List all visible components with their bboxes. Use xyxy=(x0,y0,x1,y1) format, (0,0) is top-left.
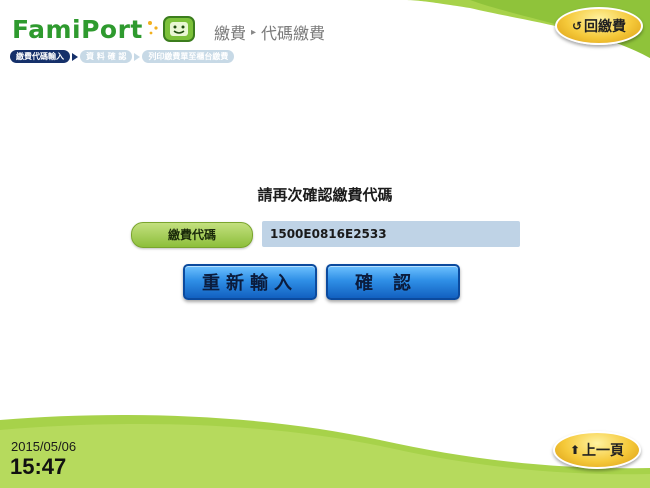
logo-text: FamiPort xyxy=(12,14,143,44)
confirm-label: 確認 xyxy=(355,273,431,294)
step-print-slip: 列印繳費單至櫃台繳費 xyxy=(142,50,235,63)
step-code-input: 繳費代碼輸入 xyxy=(10,50,70,63)
step-data-confirm: 資 料 確 認 xyxy=(80,50,133,63)
up-arrow-icon: ⬆ xyxy=(569,443,581,457)
previous-page-button[interactable]: ⬆ 上一頁 xyxy=(553,431,641,469)
breadcrumb-separator-icon: ▸ xyxy=(251,26,257,38)
sparkle-icon xyxy=(147,21,158,35)
payment-code-value: 1500E0816E2533 xyxy=(262,221,520,247)
reenter-label: 重新輸入 xyxy=(202,273,298,294)
kiosk-mascot-icon xyxy=(162,16,195,42)
famiport-logo: FamiPort xyxy=(12,14,196,44)
breadcrumb-section: 繳費 xyxy=(214,24,247,43)
step-arrow-icon xyxy=(72,52,78,61)
breadcrumb-page: 代碼繳費 xyxy=(261,24,326,43)
back-to-payment-label: 回繳費 xyxy=(584,19,627,35)
return-icon: ↺ xyxy=(571,19,583,33)
previous-page-label: 上一頁 xyxy=(582,443,625,459)
step-arrow-icon xyxy=(134,52,141,61)
step-indicator: 繳費代碼輸入 資 料 確 認 列印繳費單至櫃台繳費 xyxy=(10,50,235,63)
back-to-payment-button[interactable]: ↺ 回繳費 xyxy=(555,7,643,45)
current-time: 15:47 xyxy=(10,454,67,479)
current-date: 2015/05/06 xyxy=(11,439,77,454)
breadcrumb: 繳費 ▸ 代碼繳費 xyxy=(214,20,325,44)
confirm-button[interactable]: 確認 xyxy=(326,264,460,300)
payment-code-label: 繳費代碼 xyxy=(131,222,253,248)
confirm-prompt: 請再次確認繳費代碼 xyxy=(257,186,393,204)
reenter-button[interactable]: 重新輸入 xyxy=(183,264,317,300)
